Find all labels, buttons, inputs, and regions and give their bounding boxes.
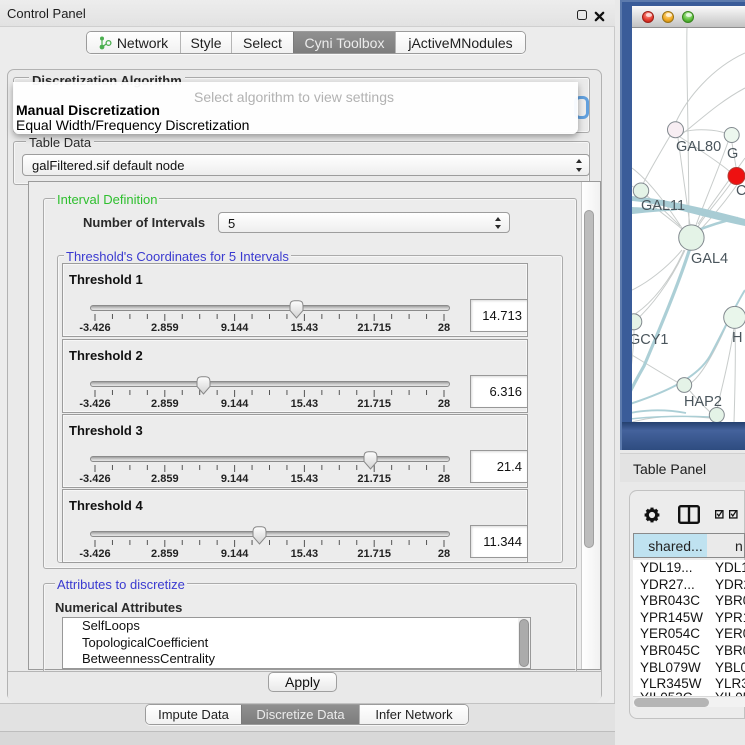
- svg-text:GCY1: GCY1: [632, 332, 669, 348]
- svg-text:H: H: [732, 330, 742, 346]
- svg-text:G: G: [727, 146, 738, 162]
- svg-text:GAL11: GAL11: [641, 198, 685, 214]
- svg-text:HAP2: HAP2: [684, 394, 722, 410]
- svg-text:GAL80: GAL80: [676, 139, 721, 155]
- svg-text:C: C: [736, 183, 745, 199]
- svg-text:GAL4: GAL4: [691, 251, 728, 267]
